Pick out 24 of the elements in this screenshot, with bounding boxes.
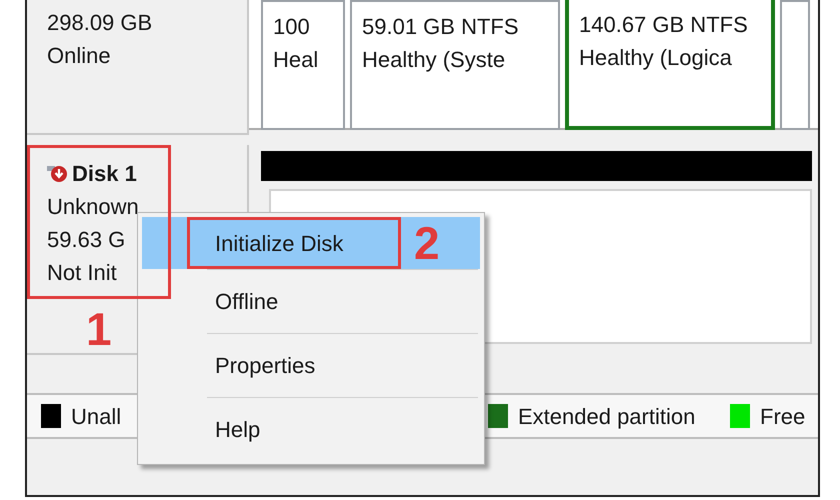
partition-text: 140.67 GB NTFS [579,11,749,39]
menu-item[interactable]: Offline [142,270,480,333]
annotation-number: 1 [86,306,112,352]
disk-error-icon [47,164,69,184]
menu-item[interactable]: Help [142,398,480,461]
disk-info-text: Unknown [47,193,140,221]
legend-label: Unall [71,402,122,430]
disk-info-text: 298.09 GB [47,9,154,37]
partition-block[interactable]: 100 Heal [261,0,345,130]
partition-text: Healthy (Syste [362,46,506,74]
partition-block[interactable]: 59.01 GB NTFS Healthy (Syste [350,0,560,130]
legend-label: Free [760,402,806,430]
annotation-number: 2 [414,220,440,266]
disk-info-text: Online [47,42,112,70]
partition-text: Healthy (Logica [579,44,733,72]
menu-item[interactable]: Properties [142,334,480,397]
disk-info-text: Not Init [47,259,118,287]
partition-text: 100 [273,13,311,41]
partition-block[interactable] [780,0,810,130]
legend-label: Extended partition [518,402,696,431]
partition-text: 59.01 GB NTFS [362,13,520,41]
partition-text: Heal [273,46,320,74]
disk-title: Disk 1 [72,160,137,188]
partition-block[interactable]: 140.67 GB NTFS Healthy (Logica [565,0,775,130]
